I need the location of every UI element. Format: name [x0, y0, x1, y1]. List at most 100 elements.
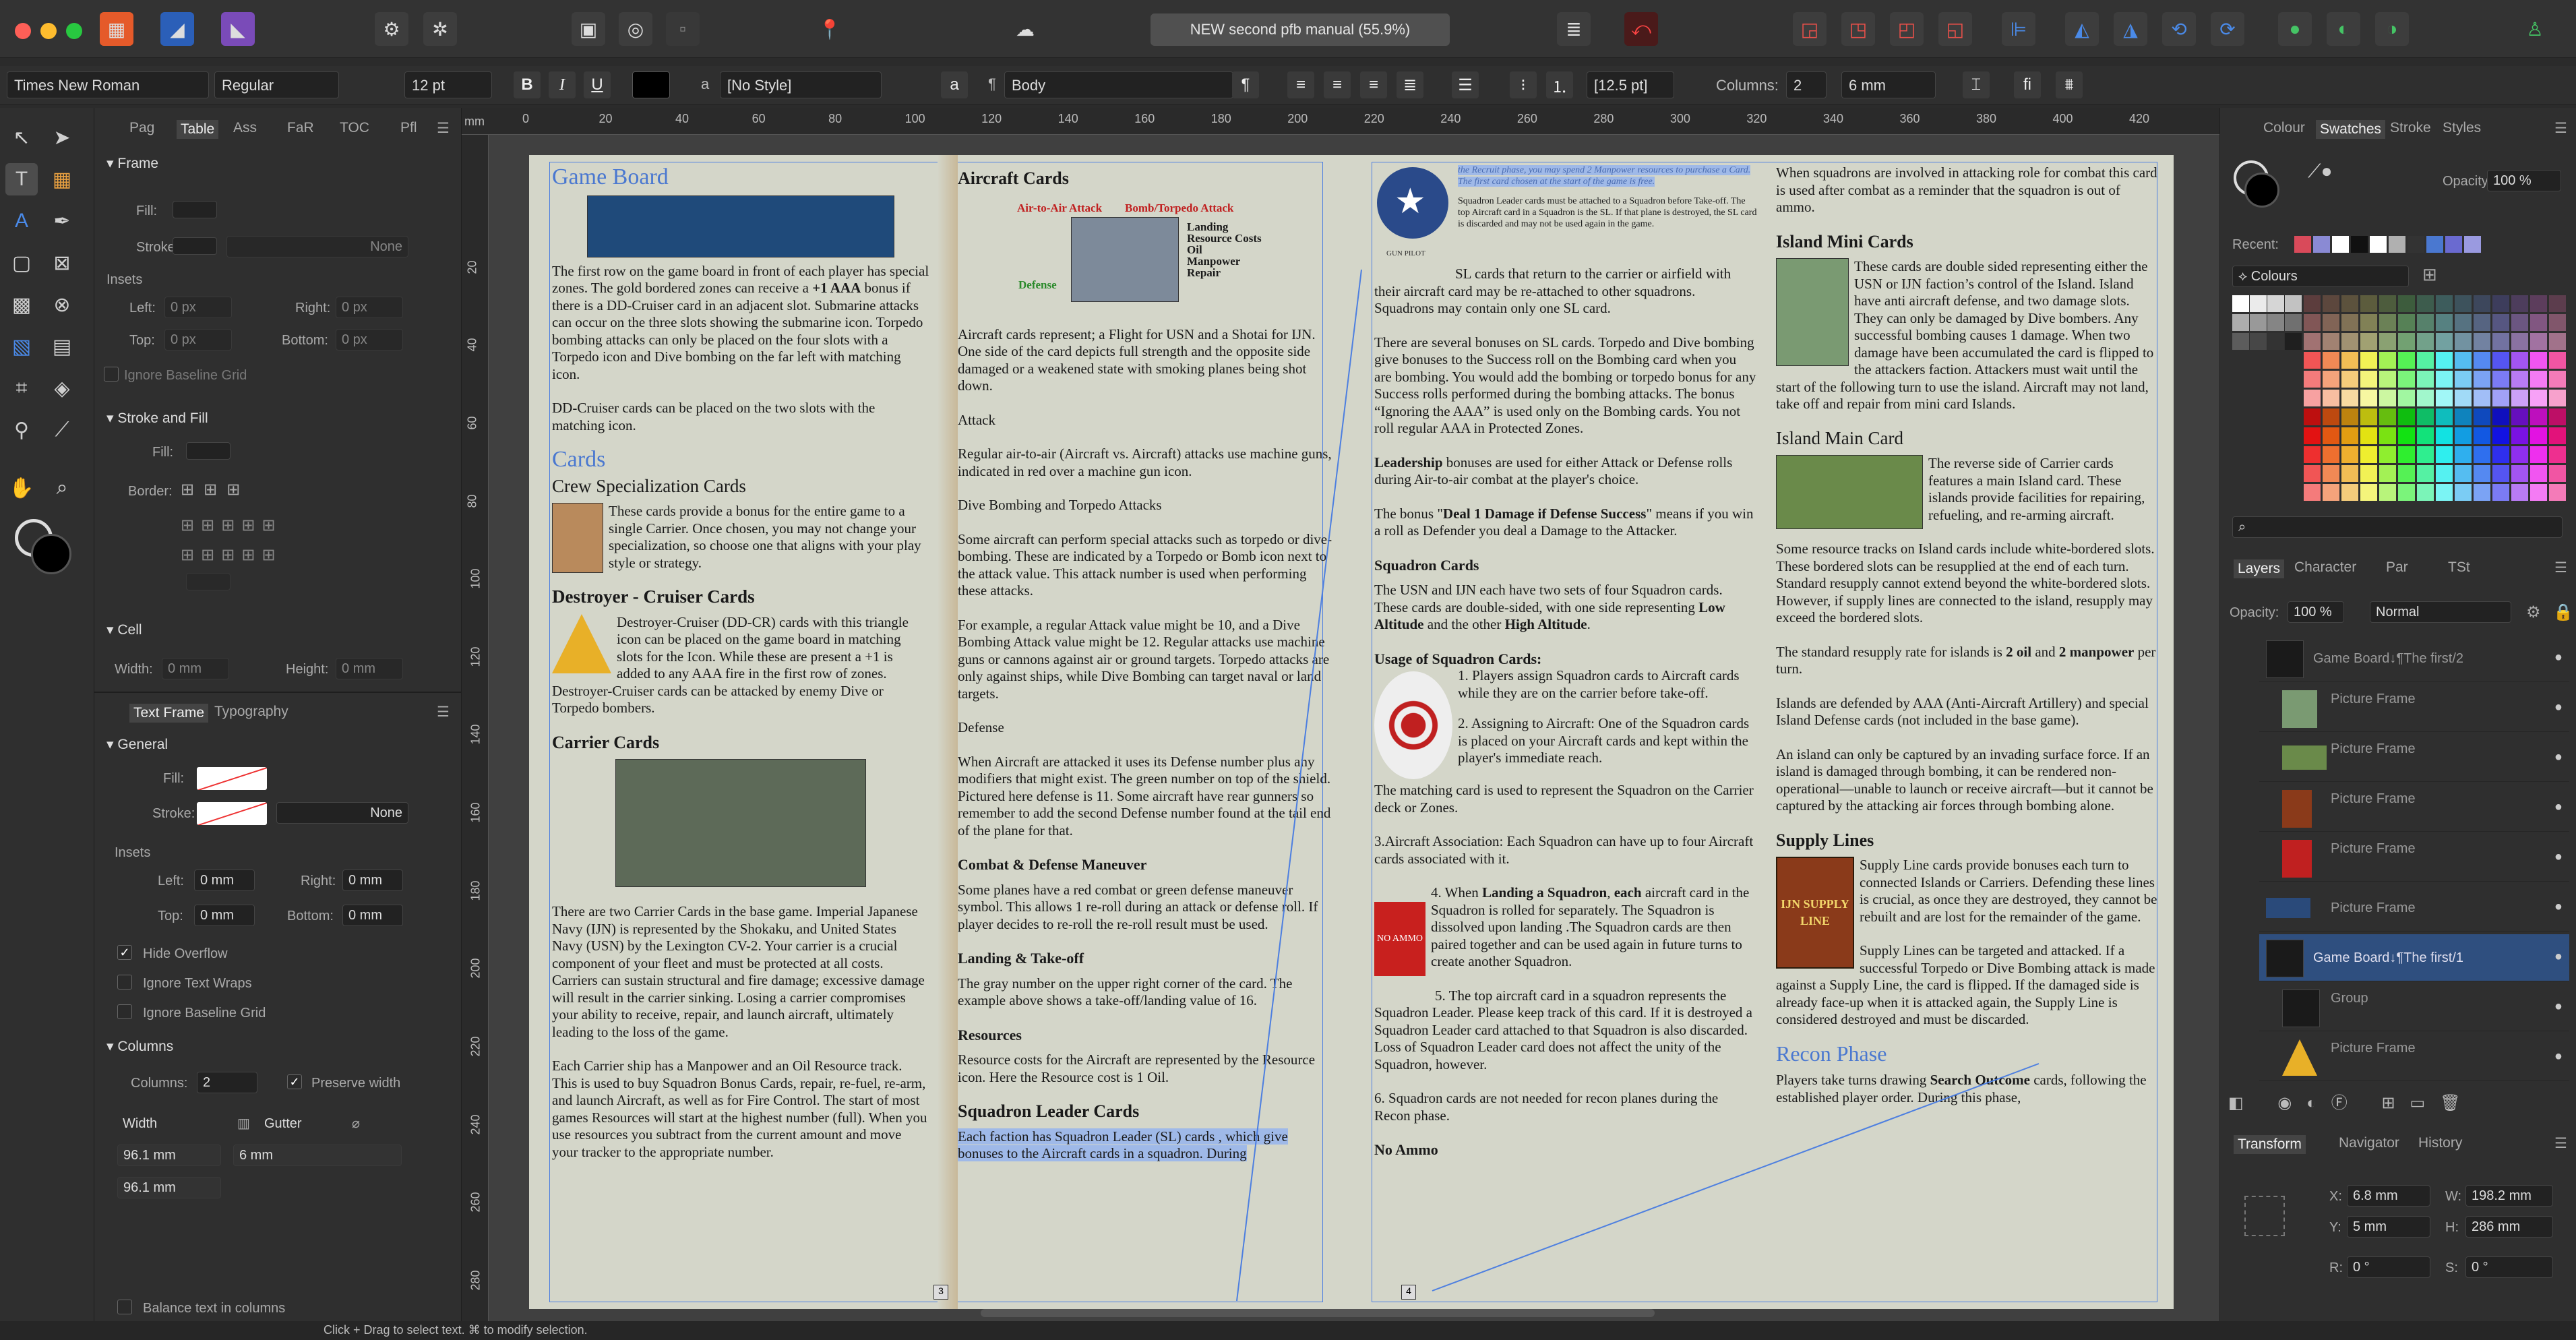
flip-horizontal-icon[interactable]: ◭: [2065, 12, 2099, 46]
tab-history[interactable]: History: [2418, 1135, 2462, 1151]
palette-swatch[interactable]: [2455, 314, 2472, 331]
palette-swatch[interactable]: [2474, 465, 2490, 482]
tf-ignore-baseline-checkbox[interactable]: [117, 1004, 132, 1019]
gray-swatch[interactable]: [2232, 295, 2249, 312]
add-swatch-icon[interactable]: ⊞: [2422, 264, 2437, 285]
tab-pages[interactable]: Pag: [129, 120, 154, 136]
palette-swatch[interactable]: [2455, 333, 2472, 350]
layer-visibility-icon[interactable]: ●: [2554, 650, 2563, 665]
palette-swatch[interactable]: [2398, 295, 2415, 312]
palette-swatch[interactable]: [2341, 427, 2358, 444]
palette-swatch[interactable]: [2511, 390, 2528, 406]
gray-swatch[interactable]: [2285, 333, 2302, 350]
palette-swatch[interactable]: [2436, 427, 2453, 444]
palette-swatch[interactable]: [2360, 484, 2377, 501]
layer-visibility-icon[interactable]: ●: [2554, 899, 2563, 915]
transparency-tool-icon[interactable]: ⚲: [5, 414, 38, 446]
text-frame-tool-icon[interactable]: T: [5, 163, 38, 195]
link-port-icon[interactable]: 4: [1401, 1285, 1416, 1300]
arrange-back-icon[interactable]: ◲: [1793, 12, 1827, 46]
tab-text-styles[interactable]: TSt: [2448, 559, 2470, 576]
palette-swatch[interactable]: [2304, 446, 2321, 463]
palette-swatch[interactable]: [2474, 408, 2490, 425]
palette-swatch[interactable]: [2304, 314, 2321, 331]
island-main-image[interactable]: [1776, 455, 1923, 529]
horizontal-ruler[interactable]: mm 0 20 40 60 80 100 120 140 160 180 200 220 240 260 2…: [462, 108, 2219, 135]
palette-swatch[interactable]: [2379, 484, 2396, 501]
palette-swatch[interactable]: [2511, 446, 2528, 463]
tf-columns-field[interactable]: 2: [197, 1072, 257, 1093]
hide-overflow-checkbox[interactable]: ✓: [117, 945, 132, 960]
gray-swatch[interactable]: [2285, 314, 2302, 331]
palette-swatch[interactable]: [2530, 371, 2547, 388]
palette-swatch[interactable]: [2511, 484, 2528, 501]
palette-swatch[interactable]: [2530, 333, 2547, 350]
layer-row[interactable]: Picture Frame ●: [2259, 884, 2569, 932]
italic-button[interactable]: I: [549, 71, 576, 98]
palette-swatch[interactable]: [2341, 314, 2358, 331]
palette-swatch[interactable]: [2360, 390, 2377, 406]
tf-left-field[interactable]: 0 mm: [194, 870, 255, 891]
palette-swatch[interactable]: [2341, 408, 2358, 425]
palette-swatch[interactable]: [2379, 333, 2396, 350]
palette-swatch[interactable]: [2398, 390, 2415, 406]
palette-swatch[interactable]: [2511, 465, 2528, 482]
h-field[interactable]: 286 mm: [2465, 1216, 2553, 1238]
gray-swatch[interactable]: [2267, 314, 2284, 331]
tab-swatches[interactable]: Swatches: [2316, 120, 2386, 139]
palette-swatch[interactable]: [2341, 295, 2358, 312]
palette-swatch[interactable]: [2474, 446, 2490, 463]
border-presets[interactable]: ⊞⊞⊞: [181, 480, 262, 499]
palette-swatch[interactable]: [2474, 484, 2490, 501]
spread-icon[interactable]: ▣: [572, 12, 605, 46]
hand-tool-icon[interactable]: ✋: [5, 472, 38, 504]
recent-swatch[interactable]: [2389, 236, 2405, 253]
palette-swatch[interactable]: [2379, 390, 2396, 406]
justify-button[interactable]: ≣: [1397, 71, 1423, 98]
palette-swatch[interactable]: [2474, 352, 2490, 369]
palette-swatch[interactable]: [2341, 352, 2358, 369]
zoom-tool-icon[interactable]: ⌕: [46, 472, 78, 504]
layer-row[interactable]: Picture Frame ●: [2259, 785, 2569, 832]
layer-row[interactable]: Picture Frame ●: [2259, 685, 2569, 732]
palette-swatch[interactable]: [2304, 295, 2321, 312]
palette-swatch[interactable]: [2323, 295, 2339, 312]
palette-swatch[interactable]: [2530, 427, 2547, 444]
frame-fill-swatch[interactable]: [173, 201, 217, 218]
preferences-icon[interactable]: ✲: [423, 12, 457, 46]
palette-swatch[interactable]: [2436, 314, 2453, 331]
arrange-front-icon[interactable]: ◱: [1938, 12, 1972, 46]
island-mini-image[interactable]: [1776, 258, 1849, 366]
ligature-button[interactable]: fi: [2014, 71, 2041, 98]
palette-swatch[interactable]: [2398, 465, 2415, 482]
preview-icon[interactable]: ▫: [666, 12, 700, 46]
tab-paragraph[interactable]: Par: [2386, 559, 2408, 576]
palette-swatch[interactable]: [2511, 314, 2528, 331]
palette-swatch[interactable]: [2417, 295, 2434, 312]
align-center-button[interactable]: ≡: [1324, 71, 1351, 98]
gray-swatch[interactable]: [2250, 333, 2267, 350]
palette-swatch[interactable]: [2492, 371, 2509, 388]
w-field[interactable]: 198.2 mm: [2465, 1185, 2553, 1207]
tab-stroke[interactable]: Stroke: [2390, 120, 2431, 136]
palette-swatch[interactable]: [2398, 371, 2415, 388]
tab-character[interactable]: Character: [2294, 559, 2356, 576]
layer-visibility-icon[interactable]: ●: [2554, 799, 2563, 815]
inset-bottom-field[interactable]: 0 px: [336, 329, 403, 351]
y-field[interactable]: 5 mm: [2347, 1216, 2430, 1238]
palette-swatch[interactable]: [2360, 295, 2377, 312]
layer-row[interactable]: Group ●: [2259, 984, 2569, 1031]
palette-swatch[interactable]: [2549, 465, 2566, 482]
recent-swatch[interactable]: [2408, 236, 2424, 253]
palette-swatch[interactable]: [2304, 465, 2321, 482]
column-1-gutter-field[interactable]: 6 mm: [233, 1145, 402, 1166]
palette-swatch[interactable]: [2492, 333, 2509, 350]
palette-swatch[interactable]: [2341, 465, 2358, 482]
palette-swatch[interactable]: [2455, 427, 2472, 444]
document-title[interactable]: NEW second pfb manual (55.9%): [1151, 13, 1450, 46]
frame-section-header[interactable]: ▾ Frame: [106, 155, 158, 172]
cell-fill-swatch[interactable]: [186, 442, 231, 460]
node-tool-icon[interactable]: ➤: [46, 121, 78, 154]
r-field[interactable]: 0 °: [2347, 1256, 2430, 1278]
palette-swatch[interactable]: [2304, 484, 2321, 501]
